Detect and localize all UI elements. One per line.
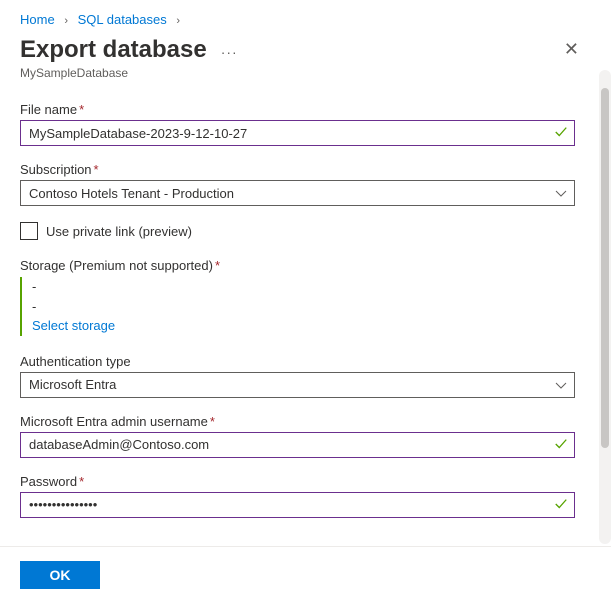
chevron-right-icon: › bbox=[176, 15, 180, 27]
username-label: Microsoft Entra admin username* bbox=[20, 414, 575, 429]
page-title: Export database bbox=[20, 36, 207, 64]
breadcrumb: Home › SQL databases › bbox=[20, 12, 611, 27]
storage-line-1: - bbox=[32, 277, 575, 297]
password-label: Password* bbox=[20, 474, 575, 489]
filename-input[interactable] bbox=[20, 120, 575, 146]
required-indicator: * bbox=[210, 414, 215, 429]
required-indicator: * bbox=[79, 102, 84, 117]
subscription-label: Subscription* bbox=[20, 162, 575, 177]
private-link-label: Use private link (preview) bbox=[46, 224, 192, 239]
scrollbar-thumb[interactable] bbox=[601, 88, 609, 448]
close-button[interactable]: ✕ bbox=[560, 35, 583, 64]
check-icon bbox=[554, 497, 568, 511]
checkbox-box[interactable] bbox=[20, 222, 38, 240]
select-storage-link[interactable]: Select storage bbox=[32, 316, 575, 336]
storage-line-2: - bbox=[32, 297, 575, 317]
chevron-down-icon bbox=[555, 188, 567, 200]
check-icon bbox=[554, 125, 568, 139]
authtype-label: Authentication type bbox=[20, 354, 575, 369]
chevron-right-icon: › bbox=[64, 15, 68, 27]
password-input[interactable] bbox=[20, 492, 575, 518]
storage-block: - - Select storage bbox=[20, 277, 575, 336]
chevron-down-icon bbox=[555, 380, 567, 392]
storage-label: Storage (Premium not supported)* bbox=[20, 258, 575, 273]
footer-bar: OK bbox=[0, 546, 611, 604]
ok-button[interactable]: OK bbox=[20, 561, 100, 589]
breadcrumb-home[interactable]: Home bbox=[20, 12, 55, 27]
authtype-dropdown[interactable]: Microsoft Entra bbox=[20, 372, 575, 398]
required-indicator: * bbox=[94, 162, 99, 177]
check-icon bbox=[554, 437, 568, 451]
filename-label: File name* bbox=[20, 102, 575, 117]
private-link-checkbox[interactable]: Use private link (preview) bbox=[20, 222, 575, 240]
breadcrumb-sql-databases[interactable]: SQL databases bbox=[78, 12, 167, 27]
subscription-dropdown[interactable]: Contoso Hotels Tenant - Production bbox=[20, 180, 575, 206]
more-actions-button[interactable]: ··· bbox=[221, 44, 238, 60]
username-input[interactable] bbox=[20, 432, 575, 458]
page-subtitle: MySampleDatabase bbox=[20, 66, 611, 80]
required-indicator: * bbox=[79, 474, 84, 489]
required-indicator: * bbox=[215, 258, 220, 273]
